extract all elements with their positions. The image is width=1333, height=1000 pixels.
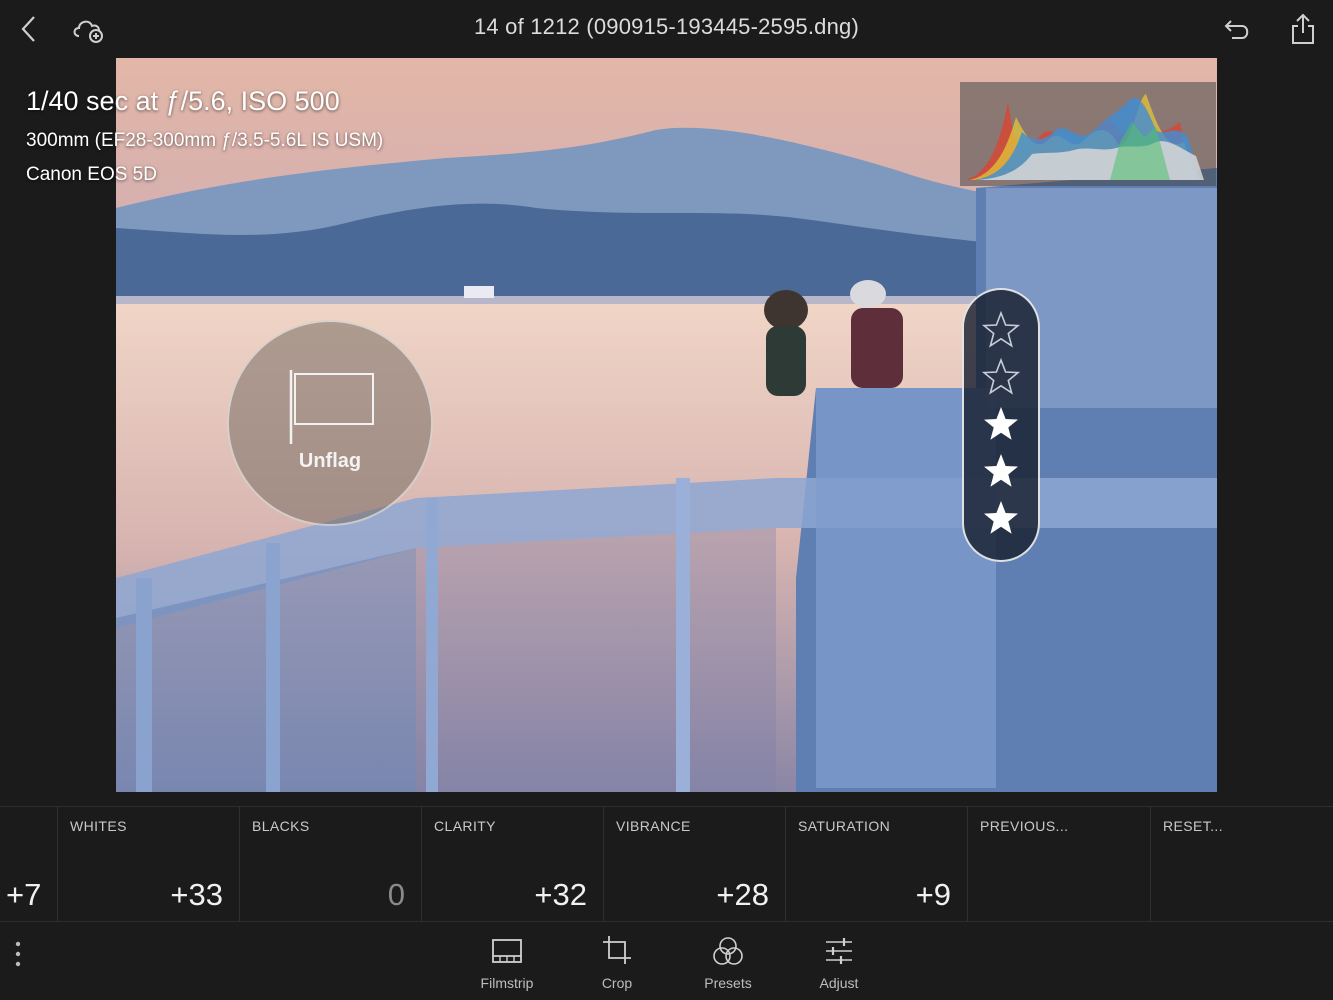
bottom-toolbar: Filmstrip Crop Presets Adjust bbox=[0, 922, 1333, 1000]
adjustment-value: +9 bbox=[915, 877, 951, 912]
star-5-empty-icon[interactable] bbox=[981, 310, 1021, 350]
adjustment-value: +33 bbox=[170, 877, 223, 912]
photo-stage: 1/40 sec at ƒ/5.6, ISO 500 300mm (EF28-3… bbox=[0, 58, 1333, 806]
share-button[interactable] bbox=[1283, 10, 1323, 48]
star-1-filled-icon[interactable] bbox=[981, 498, 1021, 538]
presets-label: Presets bbox=[704, 975, 752, 991]
star-2-filled-icon[interactable] bbox=[981, 451, 1021, 491]
adjustment-partial-value: +7 bbox=[6, 877, 42, 912]
adjust-button[interactable]: Adjust bbox=[789, 934, 889, 994]
adjustment-vibrance[interactable]: VIBRANCE +28 bbox=[603, 807, 785, 923]
vertical-dots-icon bbox=[15, 941, 21, 967]
adjustment-label: BLACKS bbox=[252, 818, 310, 834]
presets-icon bbox=[713, 937, 743, 965]
adjustment-label: RESET... bbox=[1163, 818, 1223, 834]
adjustment-previous[interactable]: PREVIOUS... bbox=[967, 807, 1150, 923]
adjustment-value: 0 bbox=[387, 877, 405, 912]
undo-icon bbox=[1224, 20, 1249, 39]
histogram bbox=[960, 82, 1216, 186]
adjustment-clarity[interactable]: CLARITY +32 bbox=[421, 807, 603, 923]
adjustment-strip: +7 WHITES +33 BLACKS 0 CLARITY +32 VIBRA… bbox=[0, 806, 1333, 923]
adjust-label: Adjust bbox=[819, 975, 859, 991]
adjustment-label: SATURATION bbox=[798, 818, 891, 834]
crop-label: Crop bbox=[601, 975, 633, 991]
photo-title: 14 of 1212 (090915-193445-2595.dng) bbox=[474, 14, 859, 39]
adjustment-label: VIBRANCE bbox=[616, 818, 691, 834]
more-options-button[interactable] bbox=[6, 938, 30, 974]
adjustment-whites[interactable]: WHITES +33 bbox=[57, 807, 239, 923]
exposure-info: 1/40 sec at ƒ/5.6, ISO 500 bbox=[26, 86, 340, 116]
filmstrip-icon bbox=[492, 939, 522, 963]
adjustment-value: +32 bbox=[534, 877, 587, 912]
star-rating-picker[interactable] bbox=[962, 288, 1040, 562]
star-4-empty-icon[interactable] bbox=[981, 357, 1021, 397]
adjustment-partial-cell[interactable]: +7 bbox=[0, 807, 57, 923]
crop-icon bbox=[603, 936, 631, 964]
presets-button[interactable]: Presets bbox=[678, 934, 778, 994]
undo-button[interactable] bbox=[1218, 10, 1258, 48]
top-bar: 14 of 1212 (090915-193445-2595.dng) bbox=[0, 0, 1333, 58]
share-icon bbox=[1292, 13, 1314, 44]
adjustment-label: PREVIOUS... bbox=[980, 818, 1069, 834]
adjustment-saturation[interactable]: SATURATION +9 bbox=[785, 807, 967, 923]
camera-info: Canon EOS 5D bbox=[26, 164, 157, 185]
crop-button[interactable]: Crop bbox=[567, 934, 667, 994]
filmstrip-button[interactable]: Filmstrip bbox=[457, 934, 557, 994]
adjustment-label: CLARITY bbox=[434, 818, 496, 834]
adjustment-blacks[interactable]: BLACKS 0 bbox=[239, 807, 421, 923]
unflag-label: Unflag bbox=[298, 450, 362, 472]
flag-icon bbox=[289, 370, 374, 444]
lens-info: 300mm (EF28-300mm ƒ/3.5-5.6L IS USM) bbox=[26, 130, 384, 151]
adjust-sliders-icon bbox=[826, 938, 852, 964]
flag-overlay[interactable]: Unflag bbox=[227, 320, 433, 526]
adjustment-label: WHITES bbox=[70, 818, 127, 834]
adjustment-value: +28 bbox=[716, 877, 769, 912]
adjustment-reset[interactable]: RESET... bbox=[1150, 807, 1333, 923]
star-3-filled-icon[interactable] bbox=[981, 404, 1021, 444]
filmstrip-label: Filmstrip bbox=[480, 975, 534, 991]
